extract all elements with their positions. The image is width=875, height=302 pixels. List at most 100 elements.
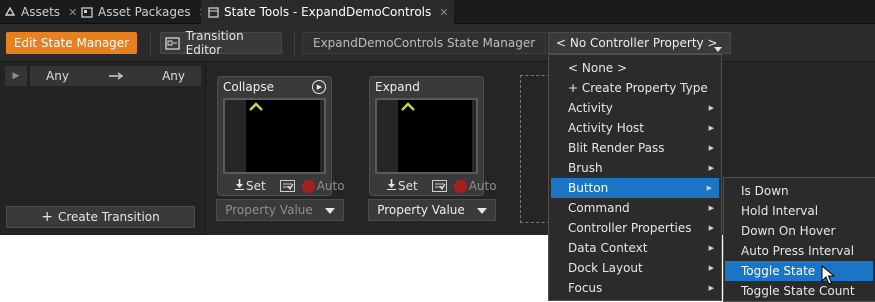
set-label: Set: [246, 179, 266, 193]
menu-item-none[interactable]: < None >: [549, 58, 721, 78]
play-icon[interactable]: ▶: [312, 80, 326, 94]
menu-item-dock-layout[interactable]: Dock Layout ▶: [549, 258, 721, 278]
submenu-item-label: Toggle State: [741, 264, 816, 278]
auto-label: Auto: [468, 179, 497, 193]
state-card-collapse[interactable]: Collapse ▶ Set Auto: [217, 76, 345, 196]
create-transition-label: Create Transition: [58, 210, 160, 224]
menu-item-activity[interactable]: Activity ▶: [549, 98, 721, 118]
menu-item-label: Focus: [568, 281, 603, 295]
chevron-right-icon: ▶: [708, 104, 714, 112]
tab-assets[interactable]: Assets ✕: [4, 0, 77, 24]
chevron-down-icon: [714, 41, 722, 55]
submenu-item-label: Hold Interval: [741, 204, 819, 218]
controller-property-dropdown[interactable]: < No Controller Property >: [548, 32, 731, 54]
menu-item-create-property-type[interactable]: + Create Property Type: [549, 78, 721, 98]
transition-editor-icon: [165, 36, 181, 50]
chevron-down-icon: [324, 203, 335, 217]
close-icon[interactable]: ✕: [68, 6, 77, 19]
chevron-right-icon: ▶: [708, 204, 714, 212]
set-button[interactable]: Set: [387, 179, 418, 193]
menu-item-button[interactable]: Button ▶: [551, 178, 719, 198]
auto-keyframe-toggle[interactable]: Auto: [301, 179, 345, 193]
menu-item-label: Button: [568, 181, 609, 195]
toolbar: Edit State Manager Transition Editor Exp…: [0, 24, 875, 62]
tab-label: Asset Packages: [98, 5, 191, 19]
chevron-up-icon: [401, 99, 415, 115]
menu-item-label: Dock Layout: [568, 261, 643, 275]
menu-item-label: Blit Render Pass: [568, 141, 665, 155]
arrow-right-icon: [108, 69, 123, 83]
play-icon[interactable]: ▶: [5, 66, 27, 86]
chevron-right-icon: ▶: [706, 184, 712, 192]
menu-item-activity-host[interactable]: Activity Host ▶: [549, 118, 721, 138]
menu-item-data-context[interactable]: Data Context ▶: [549, 238, 721, 258]
tab-state-tools[interactable]: State Tools - ExpandDemoControls ✕: [201, 0, 455, 24]
state-preview: [223, 98, 326, 174]
menu-item-label: Activity Host: [568, 121, 645, 135]
record-icon: [301, 179, 315, 193]
property-value-dropdown[interactable]: Property Value: [368, 199, 496, 221]
assets-icon: [4, 6, 16, 18]
mouse-cursor-icon: [821, 264, 836, 285]
state-tools-icon: [207, 6, 219, 18]
chevron-right-icon: ▶: [708, 144, 714, 152]
transition-editor-label: Transition Editor: [185, 29, 244, 57]
menu-item-command[interactable]: Command ▶: [549, 198, 721, 218]
transition-editor-button[interactable]: Transition Editor: [160, 29, 282, 57]
submenu-item-label: Auto Press Interval: [741, 244, 855, 258]
any-from-label: Any: [46, 69, 69, 83]
auto-label: Auto: [316, 179, 345, 193]
state-title: Collapse: [223, 80, 274, 94]
asset-packages-icon: [81, 6, 93, 18]
menu-item-brush[interactable]: Brush ▶: [549, 158, 721, 178]
menu-item-focus[interactable]: Focus ▶: [549, 278, 721, 298]
menu-item-label: Controller Properties: [568, 221, 692, 235]
transitions-panel: ▶ Any Any + Create Transition: [0, 63, 206, 235]
chevron-right-icon: ▶: [708, 224, 714, 232]
edit-state-manager-button[interactable]: Edit State Manager: [6, 32, 137, 54]
chevron-right-icon: ▶: [708, 264, 714, 272]
any-transition-row[interactable]: ▶ Any Any: [5, 66, 201, 86]
any-to-any-bar[interactable]: Any Any: [30, 66, 201, 86]
controller-property-menu: < None > + Create Property Type Activity…: [548, 54, 722, 301]
arrow-down-icon: [387, 179, 396, 193]
chevron-down-icon: [476, 203, 487, 217]
state-card-expand[interactable]: Expand Set Auto: [369, 76, 497, 196]
menu-item-label: Brush: [568, 161, 603, 175]
state-manager-name: ExpandDemoControls State Manager: [302, 32, 547, 54]
keyframe-list-icon[interactable]: [279, 180, 295, 192]
any-to-label: Any: [162, 69, 185, 83]
tab-asset-packages[interactable]: Asset Packages ✕: [81, 0, 208, 24]
submenu-item-is-down[interactable]: Is Down: [724, 181, 875, 201]
submenu-item-auto-press-interval[interactable]: Auto Press Interval: [724, 241, 875, 261]
close-icon[interactable]: ✕: [439, 6, 448, 19]
menu-item-label: Command: [568, 201, 630, 215]
auto-keyframe-toggle[interactable]: Auto: [453, 179, 497, 193]
set-button[interactable]: Set: [235, 179, 266, 193]
submenu-item-down-on-hover[interactable]: Down On Hover: [724, 221, 875, 241]
chevron-right-icon: ▶: [708, 124, 714, 132]
create-transition-button[interactable]: + Create Transition: [6, 206, 195, 228]
submenu-item-toggle-state[interactable]: Toggle State: [725, 261, 873, 281]
menu-item-label: < None >: [568, 61, 628, 75]
submenu-item-label: Toggle State Count: [741, 284, 855, 298]
submenu-item-toggle-state-count[interactable]: Toggle State Count: [724, 281, 875, 301]
controller-property-value: < No Controller Property >: [556, 36, 718, 50]
new-state-placeholder[interactable]: [520, 75, 550, 223]
submenu-item-label: Down On Hover: [741, 224, 836, 238]
keyframe-list-icon[interactable]: [431, 180, 447, 192]
menu-item-label: + Create Property Type: [568, 81, 708, 95]
submenu-item-hold-interval[interactable]: Hold Interval: [724, 201, 875, 221]
property-value-label: Property Value: [377, 203, 465, 217]
chevron-up-icon: [249, 99, 263, 115]
state-title: Expand: [375, 80, 420, 94]
menu-item-label: Data Context: [568, 241, 648, 255]
menu-item-blit-render-pass[interactable]: Blit Render Pass ▶: [549, 138, 721, 158]
property-value-label: Property Value: [225, 203, 313, 217]
toolbar-divider: [150, 31, 151, 55]
chevron-right-icon: ▶: [708, 284, 714, 292]
menu-item-controller-properties[interactable]: Controller Properties ▶: [549, 218, 721, 238]
plus-icon: +: [41, 209, 53, 225]
submenu-item-label: Is Down: [741, 184, 789, 198]
property-value-dropdown[interactable]: Property Value: [216, 199, 344, 221]
